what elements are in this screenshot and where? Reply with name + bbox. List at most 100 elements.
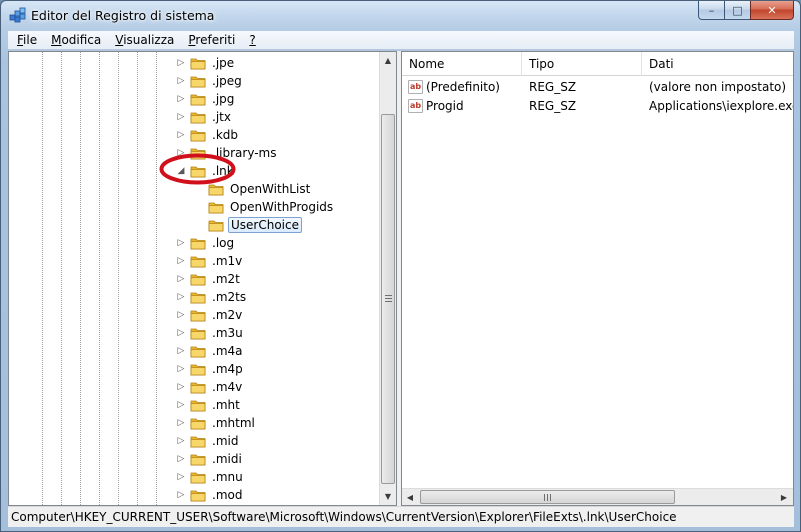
- expand-arrow-icon[interactable]: ▷: [175, 490, 187, 500]
- expand-arrow-icon[interactable]: ▷: [175, 400, 187, 410]
- tree-item[interactable]: ▷ .jpeg: [175, 72, 244, 90]
- tree-item[interactable]: ▷ .m4a: [175, 342, 245, 360]
- tree-item[interactable]: ▷ .mid: [175, 432, 240, 450]
- expand-arrow-icon[interactable]: ▷: [175, 130, 187, 140]
- close-button[interactable]: ✕: [750, 1, 794, 20]
- folder-icon: [190, 56, 210, 70]
- column-header-tipo[interactable]: Tipo: [522, 52, 642, 76]
- scroll-up-arrow-icon[interactable]: ▲: [380, 52, 396, 69]
- tree-item-label: OpenWithList: [230, 182, 311, 196]
- tree-item[interactable]: ▷ .log: [175, 234, 236, 252]
- tree-item[interactable]: ▷ .m2t: [175, 270, 242, 288]
- folder-icon: [190, 164, 210, 178]
- tree-item[interactable]: UserChoice: [193, 216, 302, 234]
- tree-item-label: .mnu: [212, 470, 243, 484]
- tree-item-label: .m4p: [212, 362, 243, 376]
- tree-item[interactable]: ▷ .midi: [175, 450, 244, 468]
- registry-editor-window: Editor del Registro di sistema – □ ✕ Fil…: [0, 0, 801, 532]
- list-horizontal-scrollbar[interactable]: ◀ ▶: [402, 488, 793, 505]
- expand-arrow-icon[interactable]: ▷: [175, 364, 187, 374]
- list-scroll-thumb[interactable]: [420, 490, 675, 504]
- tree-item[interactable]: ▷ .m4p: [175, 360, 245, 378]
- folder-icon: [190, 452, 210, 466]
- tree-item[interactable]: ▷ .m3u: [175, 324, 245, 342]
- menu-file[interactable]: File: [10, 33, 44, 47]
- tree-item[interactable]: ▷ .mhtml: [175, 414, 257, 432]
- tree-item-label: .m4v: [212, 380, 243, 394]
- tree-item-label: .jpg: [212, 92, 235, 106]
- expand-arrow-icon[interactable]: ▷: [175, 58, 187, 68]
- menu-modifica[interactable]: Modifica: [44, 33, 108, 47]
- expand-arrow-icon[interactable]: ▷: [175, 328, 187, 338]
- scroll-left-arrow-icon[interactable]: ◀: [402, 489, 418, 505]
- tree-item-label: .m3u: [212, 326, 243, 340]
- value-type: REG_SZ: [529, 98, 577, 113]
- column-header-nome[interactable]: Nome: [402, 52, 522, 76]
- menu-preferiti-label: referiti: [195, 33, 236, 47]
- expand-arrow-icon[interactable]: ▷: [175, 112, 187, 122]
- maximize-button[interactable]: □: [724, 1, 750, 20]
- tree-item[interactable]: ▷ .kdb: [175, 126, 240, 144]
- title-bar[interactable]: Editor del Registro di sistema – □ ✕: [1, 1, 800, 31]
- tree-item[interactable]: ▷ .jpe: [175, 54, 236, 72]
- menu-modifica-mnemonic: M: [51, 33, 62, 47]
- client-area: ▷ .jpe ▷ .jpeg ▷ .jpg ▷ .jtx ▷ .kdb ▷ .library-ms ◢.…: [8, 51, 794, 506]
- expand-arrow-icon[interactable]: ▷: [175, 346, 187, 356]
- tree-item[interactable]: ▷ .library-ms: [175, 144, 278, 162]
- values-list-pane[interactable]: Nome Tipo Dati ab (Predefinito) REG_SZ (…: [401, 51, 794, 506]
- tree-item[interactable]: OpenWithProgids: [193, 198, 335, 216]
- expand-arrow-icon[interactable]: ▷: [175, 436, 187, 446]
- expand-arrow-icon[interactable]: ◢: [175, 166, 187, 176]
- folder-icon: [190, 236, 210, 250]
- scroll-right-arrow-icon[interactable]: ▶: [776, 489, 792, 505]
- string-value-icon: ab: [408, 79, 423, 94]
- menu-visualizza[interactable]: Visualizza: [108, 33, 181, 47]
- tree-item[interactable]: ▷ .m2v: [175, 306, 244, 324]
- expand-arrow-icon[interactable]: ▷: [175, 76, 187, 86]
- tree-scroll-thumb[interactable]: [381, 114, 395, 484]
- expand-arrow-icon[interactable]: ▷: [175, 256, 187, 266]
- tree-item[interactable]: ▷ .mod: [175, 486, 244, 504]
- value-name: (Predefinito): [426, 79, 500, 94]
- tree-item-label: .mht: [212, 398, 240, 412]
- folder-icon: [190, 326, 210, 340]
- tree-item[interactable]: ▷ .m4v: [175, 378, 244, 396]
- menu-help[interactable]: ?: [242, 33, 262, 47]
- expand-arrow-icon[interactable]: ▷: [175, 148, 187, 158]
- tree-item[interactable]: ◢ .lnk: [175, 162, 236, 180]
- folder-icon: [208, 182, 228, 196]
- tree-item[interactable]: ▷ .jtx: [175, 108, 233, 126]
- tree-item[interactable]: ▷ .m2ts: [175, 288, 248, 306]
- expand-arrow-icon[interactable]: ▷: [175, 238, 187, 248]
- tree-item-label: .library-ms: [212, 146, 277, 160]
- folder-icon: [190, 146, 210, 160]
- expand-arrow-icon[interactable]: ▷: [175, 292, 187, 302]
- close-icon: ✕: [767, 3, 777, 17]
- tree-item[interactable]: ▷ .jpg: [175, 90, 236, 108]
- tree-item[interactable]: ▷ .mht: [175, 396, 242, 414]
- folder-icon: [190, 380, 210, 394]
- expand-arrow-icon[interactable]: ▷: [175, 472, 187, 482]
- tree-item[interactable]: ▷ .m1v: [175, 252, 244, 270]
- list-row[interactable]: ab Progid REG_SZ Applications\iexplore.e…: [402, 96, 793, 115]
- expand-arrow-icon[interactable]: ▷: [175, 382, 187, 392]
- list-row[interactable]: ab (Predefinito) REG_SZ (valore non impo…: [402, 77, 793, 96]
- tree-item[interactable]: OpenWithList: [193, 180, 312, 198]
- minimize-button[interactable]: –: [698, 1, 724, 20]
- tree-item[interactable]: ▷ .mnu: [175, 468, 245, 486]
- expand-arrow-icon[interactable]: ▷: [175, 310, 187, 320]
- expand-arrow-icon[interactable]: ▷: [175, 274, 187, 284]
- tree-vertical-scrollbar[interactable]: ▲ ▼: [379, 52, 396, 505]
- scroll-down-arrow-icon[interactable]: ▼: [380, 488, 396, 505]
- key-tree-pane[interactable]: ▷ .jpe ▷ .jpeg ▷ .jpg ▷ .jtx ▷ .kdb ▷ .library-ms ◢.…: [8, 51, 397, 506]
- status-path: Computer\HKEY_CURRENT_USER\Software\Micr…: [11, 510, 677, 524]
- folder-icon: [190, 92, 210, 106]
- menu-visualizza-label: isualizza: [123, 33, 175, 47]
- expand-arrow-icon[interactable]: ▷: [175, 94, 187, 104]
- menu-preferiti[interactable]: Preferiti: [181, 33, 242, 47]
- expand-arrow-icon[interactable]: ▷: [175, 454, 187, 464]
- value-data: Applications\iexplore.exe: [649, 98, 793, 113]
- column-header-dati[interactable]: Dati: [642, 52, 793, 76]
- expand-arrow-icon[interactable]: ▷: [175, 418, 187, 428]
- tree-item-label: .jtx: [212, 110, 231, 124]
